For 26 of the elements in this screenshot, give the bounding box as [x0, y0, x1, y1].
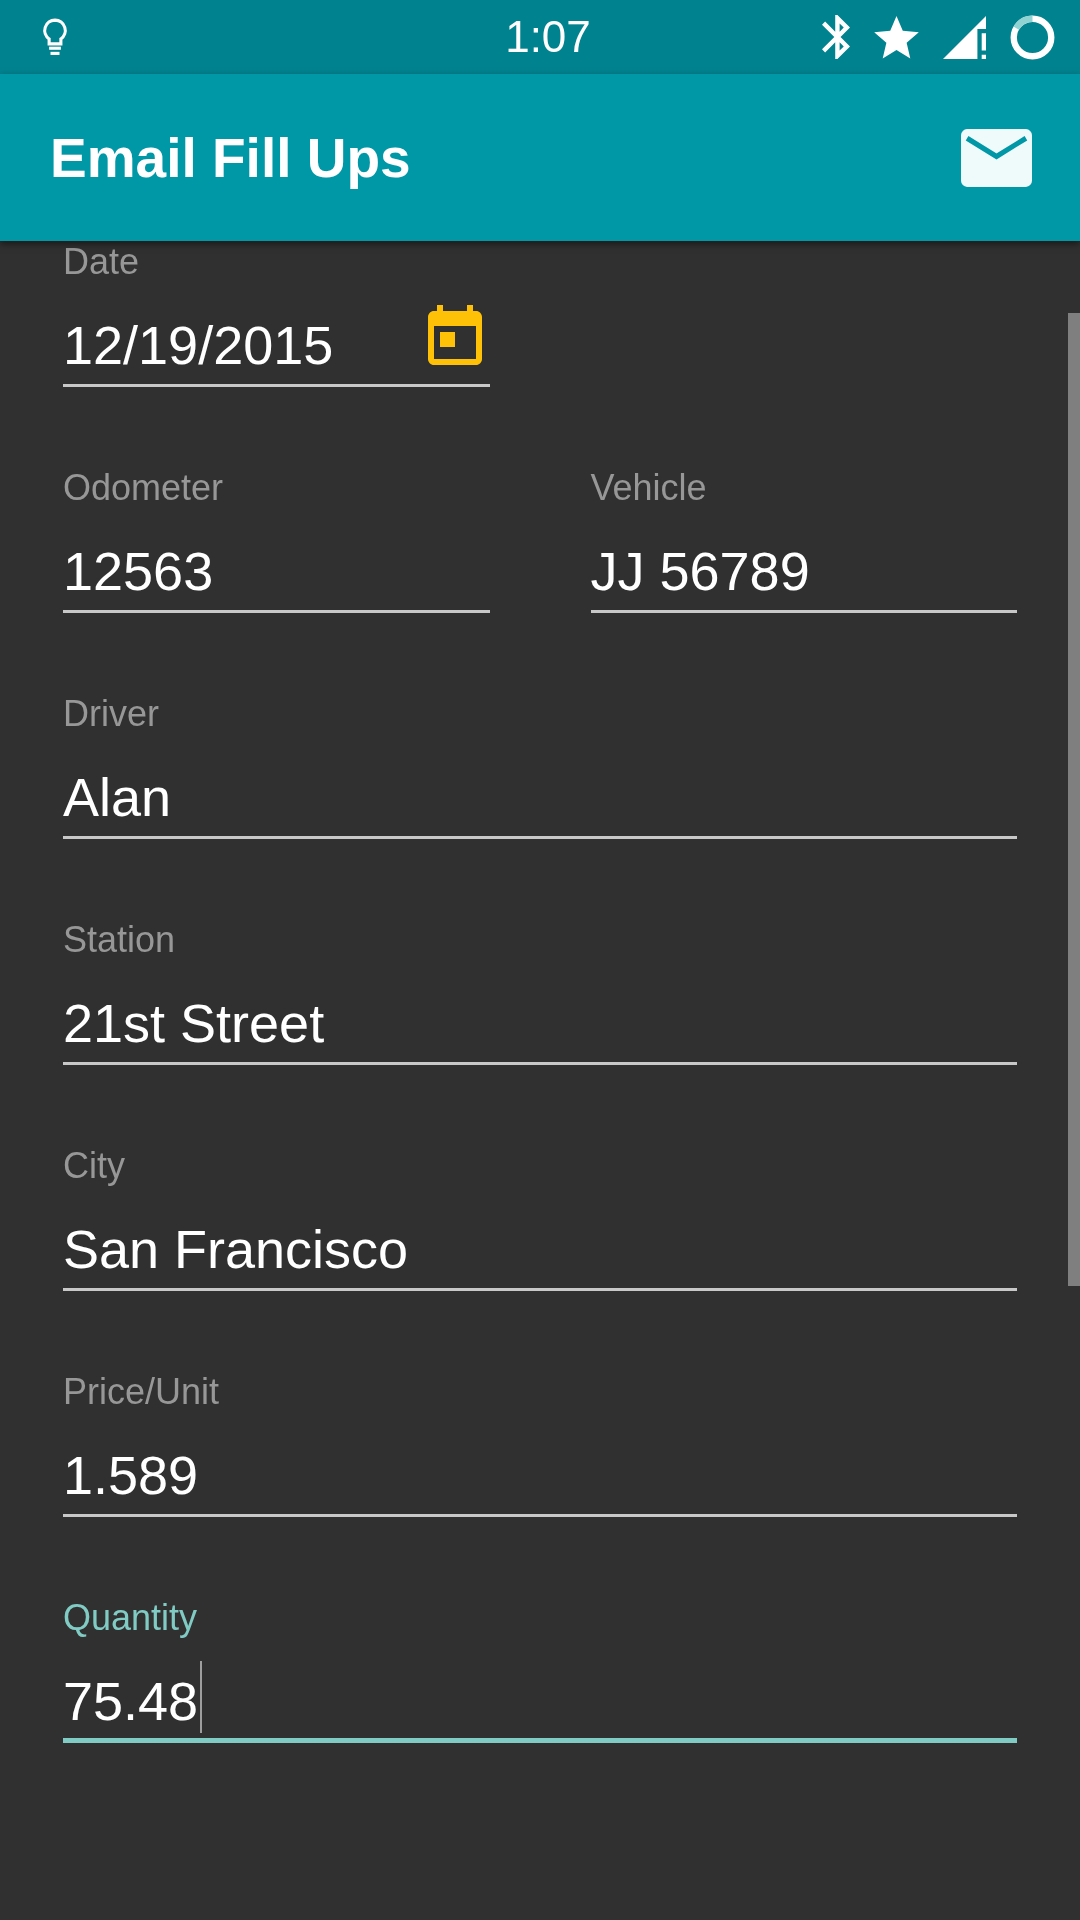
lightbulb-icon: [41, 18, 69, 56]
calendar-icon[interactable]: [427, 305, 482, 365]
input-field[interactable]: JJ 56789: [590, 531, 1017, 613]
signal-icon: [943, 15, 986, 59]
mail-icon[interactable]: [961, 128, 1032, 187]
input-field[interactable]: 1.589: [63, 1435, 1017, 1517]
input-field[interactable]: San Francisco: [63, 1209, 1017, 1291]
field-label: Vehicle: [590, 467, 708, 509]
input-field[interactable]: Alan: [63, 757, 1017, 839]
star-icon: [874, 15, 919, 59]
ring-icon: [1010, 14, 1055, 60]
date-field[interactable]: 12/19/2015: [63, 305, 490, 387]
field-label: Price/Unit: [63, 1371, 221, 1413]
field-label: Odometer: [63, 467, 225, 509]
status-time: 1:07: [505, 12, 591, 62]
input-field[interactable]: 12563: [63, 531, 490, 613]
bluetooth-icon: [822, 15, 850, 59]
text-cursor: [200, 1661, 203, 1733]
field-label: City: [63, 1145, 126, 1187]
field-label: Station: [63, 919, 177, 961]
field-label: Quantity: [63, 1597, 199, 1639]
input-field[interactable]: 75.48: [63, 1661, 1017, 1743]
app-title: Email Fill Ups: [50, 125, 411, 191]
field-label: Date: [63, 241, 141, 283]
field-label: Driver: [63, 693, 160, 735]
input-field[interactable]: 21st Street: [63, 983, 1017, 1065]
